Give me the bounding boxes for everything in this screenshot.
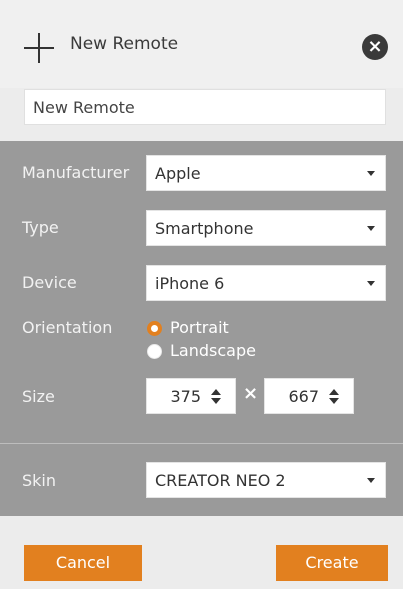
remote-name-input[interactable] — [24, 89, 386, 125]
manufacturer-select[interactable]: Apple — [146, 155, 386, 191]
type-value: Smartphone — [155, 219, 254, 238]
width-value: 375 — [170, 387, 201, 406]
type-select[interactable]: Smartphone — [146, 210, 386, 246]
skin-value: CREATOR NEO 2 — [155, 471, 286, 490]
skin-panel: Skin CREATOR NEO 2 — [0, 443, 403, 516]
spinner-arrows-icon[interactable] — [329, 389, 339, 405]
device-select[interactable]: iPhone 6 — [146, 265, 386, 301]
close-icon[interactable]: × — [362, 34, 388, 60]
times-icon: × — [243, 383, 259, 404]
height-value: 667 — [288, 387, 319, 406]
type-label: Type — [22, 218, 59, 237]
manufacturer-label: Manufacturer — [22, 163, 130, 182]
caret-down-icon — [367, 226, 375, 231]
width-spinner[interactable]: 375 — [146, 378, 236, 414]
dialog-title: New Remote — [70, 34, 179, 54]
dialog-header: New Remote × — [0, 0, 403, 88]
height-spinner[interactable]: 667 — [264, 378, 354, 414]
caret-down-icon — [367, 171, 375, 176]
device-value: iPhone 6 — [155, 274, 225, 293]
skin-label: Skin — [22, 471, 57, 490]
caret-down-icon — [367, 281, 375, 286]
size-label: Size — [22, 387, 55, 406]
new-remote-dialog: New Remote × Manufacturer Apple Type Sma… — [0, 0, 403, 589]
landscape-radio[interactable] — [147, 344, 162, 359]
device-label: Device — [22, 273, 77, 292]
skin-select[interactable]: CREATOR NEO 2 — [146, 462, 386, 498]
caret-down-icon — [367, 478, 375, 483]
orientation-label: Orientation — [22, 318, 113, 337]
spinner-arrows-icon[interactable] — [211, 389, 221, 405]
device-settings-panel: Manufacturer Apple Type Smartphone Devic… — [0, 141, 403, 443]
portrait-radio[interactable] — [147, 321, 162, 336]
landscape-label[interactable]: Landscape — [170, 341, 256, 360]
cancel-button[interactable]: Cancel — [24, 545, 142, 581]
plus-icon — [24, 33, 54, 63]
create-button[interactable]: Create — [276, 545, 388, 581]
portrait-label[interactable]: Portrait — [170, 318, 229, 337]
manufacturer-value: Apple — [155, 164, 201, 183]
